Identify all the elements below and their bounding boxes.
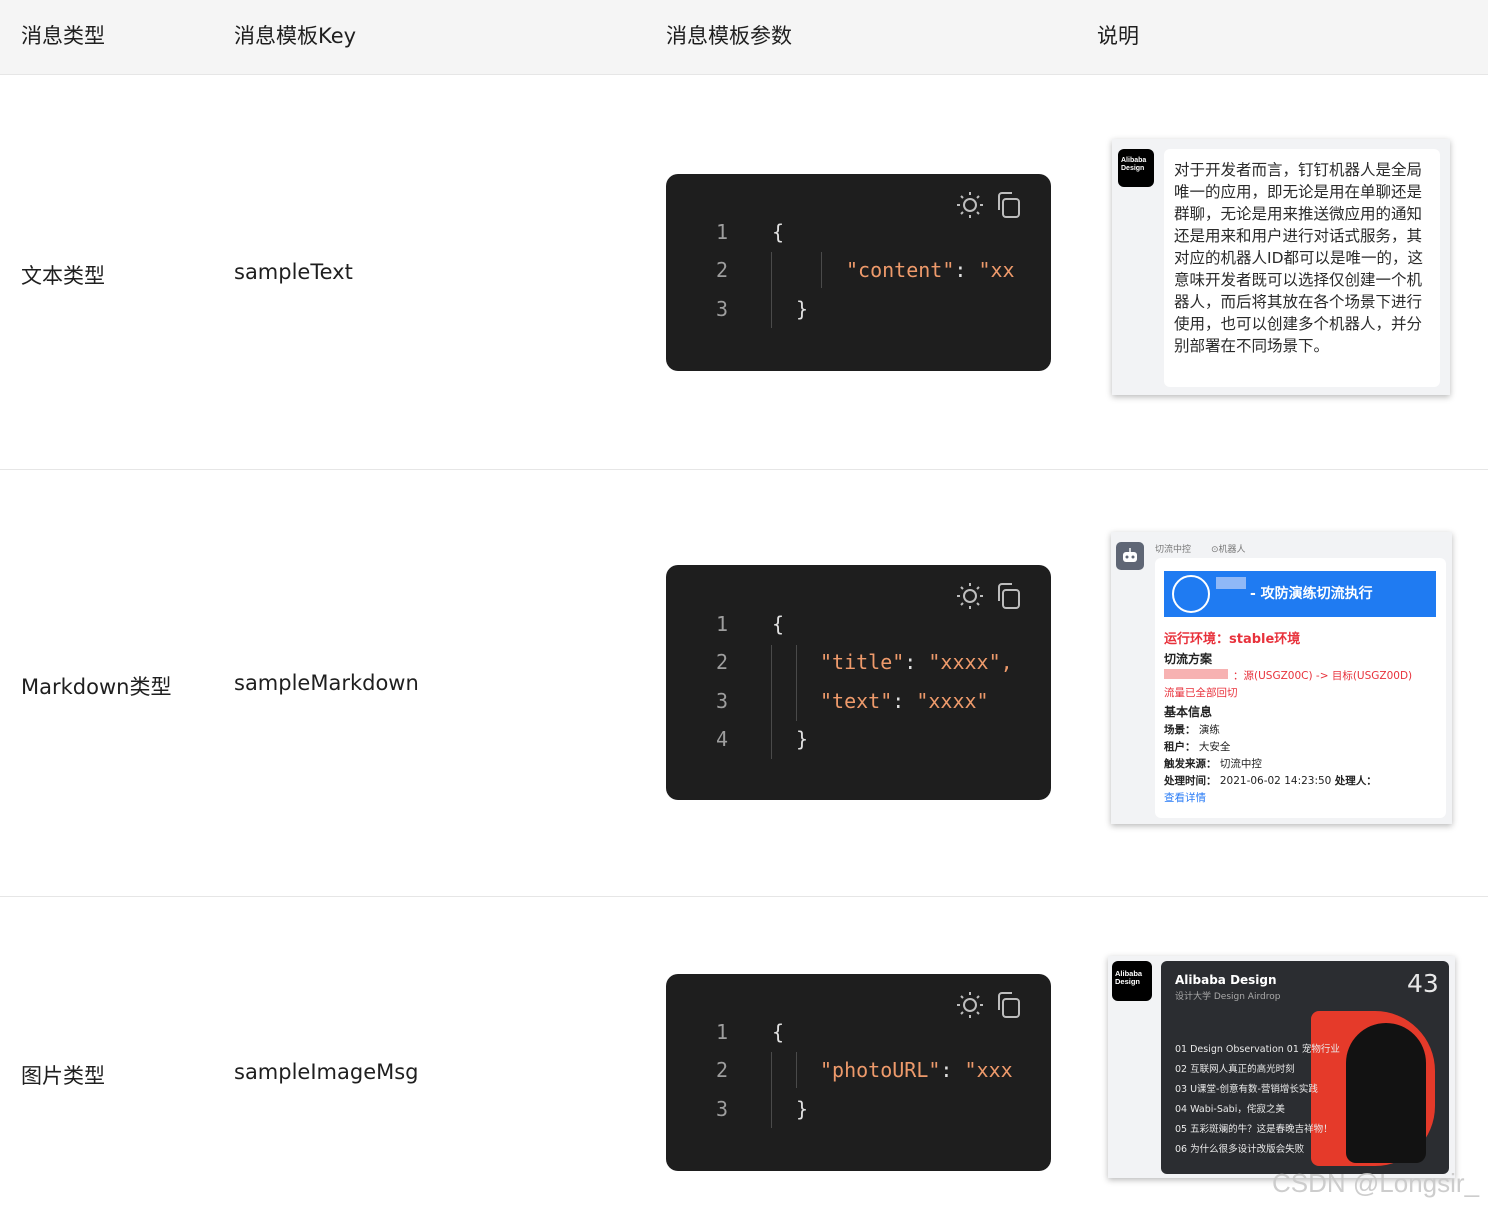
list-item: 05 五彩斑斓的牛？这是春晚吉祥物！ [1175,1124,1333,1135]
message-type-cell: Markdown类型 [21,675,172,699]
line-number: 3 [716,297,729,321]
line-number: 2 [716,650,729,674]
alibaba-design-logo: Alibaba Design [1112,961,1152,1001]
json-key: "photoURL" [820,1058,941,1082]
json-value: "xxxx" [916,689,989,713]
json-value: "xxxx" [928,650,1001,674]
indent-guide [771,1052,772,1128]
info-tenant: 租户： 大安全 [1164,741,1231,753]
sun-icon[interactable] [955,990,985,1020]
column-header-params: 消息模板参数 [666,24,792,48]
copy-icon[interactable] [995,190,1023,220]
code-block: 1 2 3 4 { "title": "xxxx", "text": "xxxx… [666,565,1051,800]
sender-tag: ⊙机器人 [1211,545,1246,555]
info-time: 处理时间： 2021-06-02 14:23:50 处理人： [1164,775,1377,787]
column-header-description: 说明 [1097,24,1139,48]
code-line: { [772,612,785,636]
template-key-cell: sampleImageMsg [234,1060,419,1084]
list-item: 06 为什么很多设计改版会失败 [1175,1144,1305,1155]
plan-title: 切流方案 [1164,652,1213,666]
brand-subtitle: 设计大学 Design Airdrop [1175,992,1281,1002]
code-line: } [796,727,809,751]
line-number: 1 [716,220,729,244]
info-source: 触发来源： 切流中控 [1164,758,1262,770]
banner-title: - 攻防演练切流执行 [1250,586,1373,602]
table-header: 消息类型 消息模板Key 消息模板参数 说明 [0,0,1488,75]
code-block: 1 2 3 { "photoURL": "xxx } [666,974,1051,1171]
info-title: 基本信息 [1164,705,1213,719]
template-key-cell: sampleText [234,260,353,284]
markdown-bubble: - 攻防演练切流执行 运行环境：stable环境 切流方案 ：源(USGZ00C… [1155,558,1446,818]
code-line: "title": "xxxx", [820,650,1013,674]
list-item: 01 Design Observation 01 宠物行业 [1175,1044,1340,1055]
image-message-preview: Alibaba Design Alibaba Design 设计大学 Desig… [1108,956,1455,1178]
code-line: } [796,297,809,321]
plan-detail: ：源(USGZ00C) -> 目标(USGZ00D) [1233,670,1413,682]
redacted-block [1216,577,1246,589]
sun-icon[interactable] [955,581,985,611]
code-line: "photoURL": "xxx [820,1058,1013,1082]
row-divider [0,896,1488,897]
brand-name: Alibaba Design [1175,973,1277,987]
line-number: 4 [716,727,729,751]
detail-link[interactable]: 查看详情 [1164,790,1206,805]
message-text: 对于开发者而言，钉钉机器人是全局唯一的应用，即无论是用在单聊还是群聊，无论是用来… [1174,161,1424,355]
copy-icon[interactable] [995,581,1023,611]
code-line: { [772,220,785,244]
banner: - 攻防演练切流执行 [1164,571,1436,617]
line-number: 1 [716,612,729,636]
image-card: Alibaba Design 设计大学 Design Airdrop 43 01… [1161,961,1449,1174]
indent-guide [796,645,797,721]
json-key: "title" [820,650,905,674]
list-item: 03 U课堂-创意有数-营销增长实践 [1175,1084,1318,1095]
indent-guide [821,252,822,288]
indent-guide [796,1052,797,1088]
copy-icon[interactable] [995,990,1023,1020]
column-header-type: 消息类型 [21,24,105,48]
line-number: 2 [716,258,729,282]
line-number: 3 [716,1097,729,1121]
code-line: { [772,1020,785,1044]
indent-guide [771,645,772,759]
sun-icon[interactable] [955,190,985,220]
code-line: "content": "xx [846,258,1015,282]
dog-silhouette [1346,1023,1426,1163]
line-number: 1 [716,1020,729,1044]
message-bubble: 对于开发者而言，钉钉机器人是全局唯一的应用，即无论是用在单聊还是群聊，无论是用来… [1164,149,1440,387]
message-type-cell: 文本类型 [21,264,105,288]
plan-status: 流量已全部回切 [1164,687,1238,699]
template-key-cell: sampleMarkdown [234,671,419,695]
json-key: "text" [820,689,893,713]
line-number: 3 [716,689,729,713]
robot-avatar [1116,542,1144,570]
row-divider [0,469,1488,470]
watermark: CSDN @Longsir_ [1272,1168,1480,1198]
line-number: 2 [716,1058,729,1082]
json-value: "xxx [964,1058,1013,1082]
alibaba-design-logo: Alibaba Design [1118,149,1154,187]
env-line: 运行环境：stable环境 [1164,632,1301,647]
indent-guide [771,252,772,328]
issue-number: 43 [1407,969,1439,998]
json-key: "content" [846,258,955,282]
code-block: 1 2 3 { "content": "xx } [666,174,1051,371]
redacted-block [1164,669,1228,679]
column-header-key: 消息模板Key [234,24,357,48]
info-scene: 场景： 演练 [1164,724,1220,736]
sender-name: 切流中控 [1155,545,1192,555]
code-line: "text": "xxxx" [820,689,989,713]
list-item: 04 Wabi-Sabi，侘寂之美 [1175,1104,1285,1115]
list-item: 02 互联网人真正的高光时刻 [1175,1064,1295,1075]
message-type-cell: 图片类型 [21,1064,105,1088]
code-line: } [796,1097,809,1121]
json-value: "xx [978,258,1015,282]
text-message-preview: Alibaba Design 对于开发者而言，钉钉机器人是全局唯一的应用，即无论… [1112,139,1450,395]
markdown-message-preview: 切流中控 ⊙机器人 - 攻防演练切流执行 运行环境：stable环境 切流方案 … [1111,532,1452,824]
eagle-logo [1172,575,1210,613]
